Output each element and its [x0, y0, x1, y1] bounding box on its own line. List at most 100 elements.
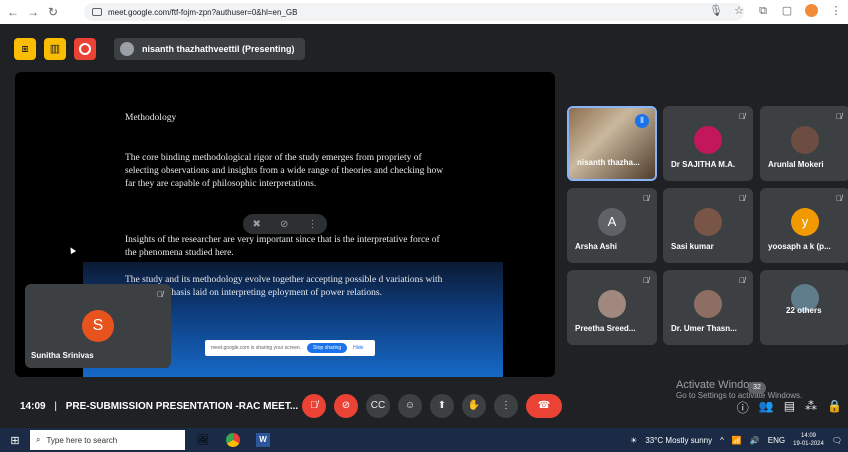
participant-name: Arunlal Mokeri — [768, 160, 824, 169]
slide-paragraph-2: Insights of the researcher are very impo… — [125, 235, 440, 258]
others-tile[interactable]: 22 others — [760, 270, 848, 345]
participant-tile-2[interactable]: 🎙̸ Dr SAJITHA M.A. — [663, 106, 753, 181]
participant-avatar: y — [791, 208, 819, 236]
participant-tile-8[interactable]: 🎙̸ Dr. Umer Thasn... — [663, 270, 753, 345]
language-indicator[interactable]: ENG — [768, 436, 785, 445]
sharing-notice: meet.google.com is sharing your screen. … — [205, 340, 375, 356]
participant-tile-4[interactable]: 🎙̸ A Arsha Ashi — [567, 188, 657, 263]
mic-off-icon: 🎙̸ — [157, 290, 163, 299]
taskbar-app-photo[interactable]: 🖼 — [191, 430, 215, 450]
leave-call-button[interactable]: ☎ — [526, 394, 562, 418]
participant-name: nisanth thazha... — [577, 158, 640, 167]
mic-off-icon: 🎙̸ — [643, 194, 649, 203]
mic-off-icon: 🎙̸ — [739, 276, 745, 285]
bookmark-star-icon[interactable]: ☆ — [733, 5, 745, 17]
activities-icon[interactable]: ⁂ — [805, 399, 817, 416]
meeting-title: PRE-SUBMISSION PRESENTATION -RAC MEET... — [65, 401, 299, 412]
mic-off-icon: 🎙̸ — [836, 194, 842, 203]
presenter-chip-label: nisanth thazhathveettil (Presenting) — [142, 44, 295, 54]
slide-title: Methodology — [125, 113, 177, 123]
separator: | — [54, 401, 57, 412]
more-options-icon[interactable]: ⋮ — [307, 219, 317, 230]
slide-paragraph-3: The study and its methodology evolve tog… — [125, 275, 443, 298]
info-icon[interactable]: ⓘ — [737, 399, 749, 416]
participant-photo — [791, 126, 819, 154]
participant-tile-7[interactable]: 🎙̸ Preetha Sreed... — [567, 270, 657, 345]
top-controls: ⧆ ▥ nisanth thazhathveettil (Presenting) — [14, 38, 305, 60]
activate-subtitle: Go to Settings to activate Windows. — [676, 391, 803, 400]
more-options-button[interactable]: ⋮ — [494, 394, 518, 418]
building-icon-button[interactable]: ▥ — [44, 38, 66, 60]
captions-button[interactable]: CC — [366, 394, 390, 418]
hide-button[interactable]: Hide — [353, 345, 363, 351]
volume-icon[interactable]: 🔊 — [750, 436, 760, 445]
slide-paragraph-1: The core binding methodological rigor of… — [125, 153, 444, 189]
speaking-indicator-icon: ⦀ — [635, 114, 649, 128]
mic-off-button[interactable]: 🎙̸ — [302, 394, 326, 418]
mouse-cursor-icon — [67, 245, 77, 255]
participant-photo — [694, 208, 722, 236]
participant-photo — [694, 126, 722, 154]
taskbar-clock[interactable]: 14:09 19-01-2024 — [793, 432, 824, 448]
mic-off-icon: 🎙̸ — [739, 194, 745, 203]
chat-icon[interactable]: ▤ — [784, 399, 795, 416]
word-icon[interactable]: W — [251, 430, 275, 450]
participant-name: Sasi kumar — [671, 242, 714, 251]
microphone-icon[interactable]: 🎙 — [709, 5, 723, 17]
activate-windows-watermark: Activate Windows Go to Settings to activ… — [676, 379, 802, 400]
mic-off-icon: 🎙̸ — [643, 276, 649, 285]
camera-off-button[interactable]: ⊘ — [334, 394, 358, 418]
weather-text[interactable]: 33°C Mostly sunny — [645, 436, 712, 445]
notification-icon[interactable]: 🗨 — [832, 436, 842, 445]
participant-tile-6[interactable]: 🎙̸ y yoosaph a k (p... — [760, 188, 848, 263]
network-icon[interactable]: 📶 — [732, 436, 742, 445]
mic-off-icon: 🎙̸ — [739, 112, 745, 121]
participant-photo — [598, 290, 626, 318]
pin-icon[interactable]: ✖ — [253, 219, 261, 230]
browser-toolbar: ← → ↻ meet.google.com/ftf-fojm-zpn?authu… — [0, 0, 848, 24]
emoji-button[interactable]: ☺ — [398, 394, 422, 418]
presenter-avatar — [120, 42, 134, 56]
meeting-info: 14:09 | PRE-SUBMISSION PRESENTATION -RAC… — [20, 401, 298, 412]
others-count: 22 others — [786, 306, 822, 315]
search-placeholder: Type here to search — [46, 435, 118, 445]
site-info-icon[interactable] — [92, 8, 102, 16]
weather-icon[interactable]: ☀ — [630, 436, 637, 445]
mute-icon[interactable]: ⊘ — [280, 219, 288, 230]
hide-icon-button[interactable]: ⧆ — [14, 38, 36, 60]
raise-hand-button[interactable]: ✋ — [462, 394, 486, 418]
clock-date: 19-01-2024 — [793, 441, 824, 447]
participant-name: Preetha Sreed... — [575, 324, 636, 333]
participant-tile-5[interactable]: 🎙̸ Sasi kumar — [663, 188, 753, 263]
tray-chevron-icon[interactable]: ^ — [720, 436, 724, 445]
meet-window: ⧆ ▥ nisanth thazhathveettil (Presenting)… — [0, 24, 848, 428]
stop-sharing-button[interactable]: Stop sharing — [307, 343, 348, 353]
windows-start-icon[interactable]: ⊞ — [0, 434, 30, 447]
host-controls-icon[interactable]: 🔒 — [827, 399, 842, 416]
presenter-chip[interactable]: nisanth thazhathveettil (Presenting) — [114, 38, 305, 60]
address-bar[interactable]: meet.google.com/ftf-fojm-zpn?authuser=0&… — [84, 3, 744, 21]
participant-tile-1[interactable]: ⦀ nisanth thazha... — [567, 106, 657, 181]
sidebar-icon[interactable]: ▢ — [781, 5, 793, 17]
participant-count-badge: 32 — [748, 382, 766, 394]
profile-avatar[interactable] — [805, 4, 818, 17]
people-icon[interactable]: 👥 — [759, 399, 774, 416]
self-name: Sunitha Srinivas — [31, 351, 94, 360]
taskbar-search[interactable]: ⌕ Type here to search — [30, 430, 185, 450]
forward-icon[interactable]: → — [26, 5, 40, 19]
windows-taskbar: ⊞ ⌕ Type here to search 🖼 W ☀ 33°C Mostl… — [0, 428, 848, 452]
back-icon[interactable]: ← — [6, 5, 20, 19]
chrome-icon[interactable] — [221, 430, 245, 450]
system-tray: ☀ 33°C Mostly sunny ^ 📶 🔊 ENG 14:09 19-0… — [630, 432, 842, 448]
record-button[interactable] — [74, 38, 96, 60]
extensions-icon[interactable]: ⧉ — [757, 5, 769, 17]
present-button[interactable]: ⬆ — [430, 394, 454, 418]
participant-tile-3[interactable]: 🎙̸ Arunlal Mokeri — [760, 106, 848, 181]
more-vert-icon[interactable]: ⋮ — [830, 5, 842, 17]
reload-icon[interactable]: ↻ — [46, 5, 60, 19]
participant-name: Dr. Umer Thasn... — [671, 324, 737, 333]
tile-overlay-controls: ✖ ⊘ ⋮ — [243, 214, 327, 234]
self-view-tile[interactable]: 🎙̸ S Sunitha Srinivas — [25, 284, 171, 368]
meeting-time: 14:09 — [20, 401, 46, 412]
self-avatar: S — [82, 310, 114, 342]
